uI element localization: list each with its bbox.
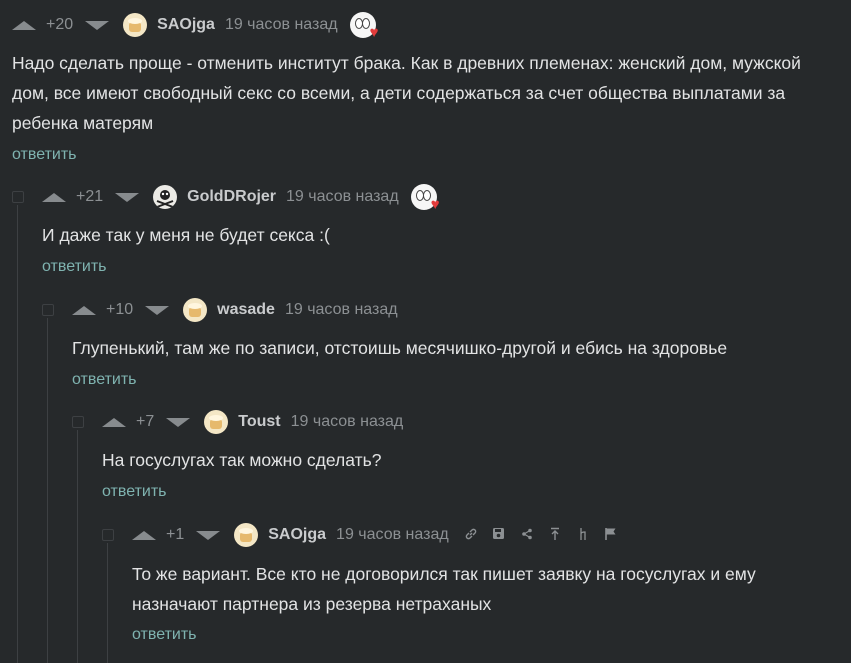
link-icon[interactable]	[463, 528, 479, 543]
timestamp[interactable]: 19 часов назад	[285, 301, 398, 319]
comment-text: Глупенький, там же по записи, отстоишь м…	[72, 338, 728, 358]
avatar[interactable]	[234, 523, 259, 547]
timestamp[interactable]: 19 часов назад	[291, 413, 404, 431]
username[interactable]: GoldDRojer	[187, 188, 276, 206]
save-icon[interactable]	[491, 527, 507, 543]
thread-line	[107, 543, 108, 663]
share-icon[interactable]	[519, 528, 535, 543]
comment-header: +10 wasade 19 часов назад	[72, 298, 398, 322]
comment-header: +21 GoldDRojer 19 часов назад ♥	[42, 184, 440, 212]
avatar[interactable]	[204, 410, 229, 434]
avatar[interactable]	[123, 13, 148, 37]
comment-header: +20 SAOjga 19 часов назад ♥	[12, 12, 379, 40]
comment-tools	[463, 527, 619, 544]
collapse-toggle[interactable]	[42, 304, 54, 316]
go-to-parent-icon[interactable]	[547, 527, 563, 544]
username[interactable]: SAOjga	[157, 16, 215, 34]
comment-rating: +10	[106, 301, 134, 318]
upvote-arrow-icon[interactable]	[12, 20, 36, 30]
pirate-avatar-icon[interactable]	[153, 185, 178, 209]
thread-line	[47, 318, 48, 663]
upvote-arrow-icon[interactable]	[102, 417, 126, 427]
award-badge-icon: ♥	[410, 184, 440, 212]
upvote-arrow-icon[interactable]	[72, 305, 96, 315]
comment-rating: +7	[136, 413, 155, 430]
collapse-toggle[interactable]	[102, 529, 114, 541]
comment-rating: +20	[46, 16, 74, 33]
comment-rating: +1	[166, 526, 185, 543]
reply-link[interactable]: ответить	[102, 483, 167, 501]
comment-text: То же вариант. Все кто не договорился та…	[132, 564, 756, 614]
comment-text: И даже так у меня не будет секса :(	[42, 225, 330, 245]
flag-icon[interactable]	[603, 527, 619, 544]
downvote-arrow-icon[interactable]	[196, 530, 221, 540]
avatar[interactable]	[183, 298, 208, 322]
thread-line	[77, 430, 78, 663]
comment-header: +7 Toust 19 часов назад	[102, 410, 404, 434]
collapse-toggle[interactable]	[12, 191, 24, 203]
downvote-arrow-icon[interactable]	[145, 305, 170, 315]
upvote-arrow-icon[interactable]	[42, 192, 66, 202]
timestamp[interactable]: 19 часов назад	[225, 16, 338, 34]
comment-text: Надо сделать проще - отменить институт б…	[12, 53, 801, 133]
downvote-arrow-icon[interactable]	[115, 192, 140, 202]
timestamp[interactable]: 19 часов назад	[336, 526, 449, 544]
downvote-arrow-icon[interactable]	[85, 20, 110, 30]
downvote-arrow-icon[interactable]	[166, 417, 191, 427]
upvote-arrow-icon[interactable]	[132, 530, 156, 540]
reply-link[interactable]: ответить	[132, 626, 197, 644]
reply-link[interactable]: ответить	[12, 146, 77, 164]
reply-link[interactable]: ответить	[72, 371, 137, 389]
award-badge-icon: ♥	[349, 12, 379, 40]
comment-text: На госуслугах так можно сделать?	[102, 450, 382, 470]
collapse-toggle[interactable]	[72, 416, 84, 428]
timestamp[interactable]: 19 часов назад	[286, 188, 399, 206]
username[interactable]: SAOjga	[268, 526, 326, 544]
username[interactable]: Toust	[238, 413, 280, 431]
reply-link[interactable]: ответить	[42, 258, 107, 276]
branch-icon[interactable]	[575, 527, 591, 544]
username[interactable]: wasade	[217, 301, 275, 319]
thread-line	[17, 205, 18, 663]
comment-header: +1 SAOjga 19 часов назад	[132, 523, 619, 547]
comment-rating: +21	[76, 188, 104, 205]
